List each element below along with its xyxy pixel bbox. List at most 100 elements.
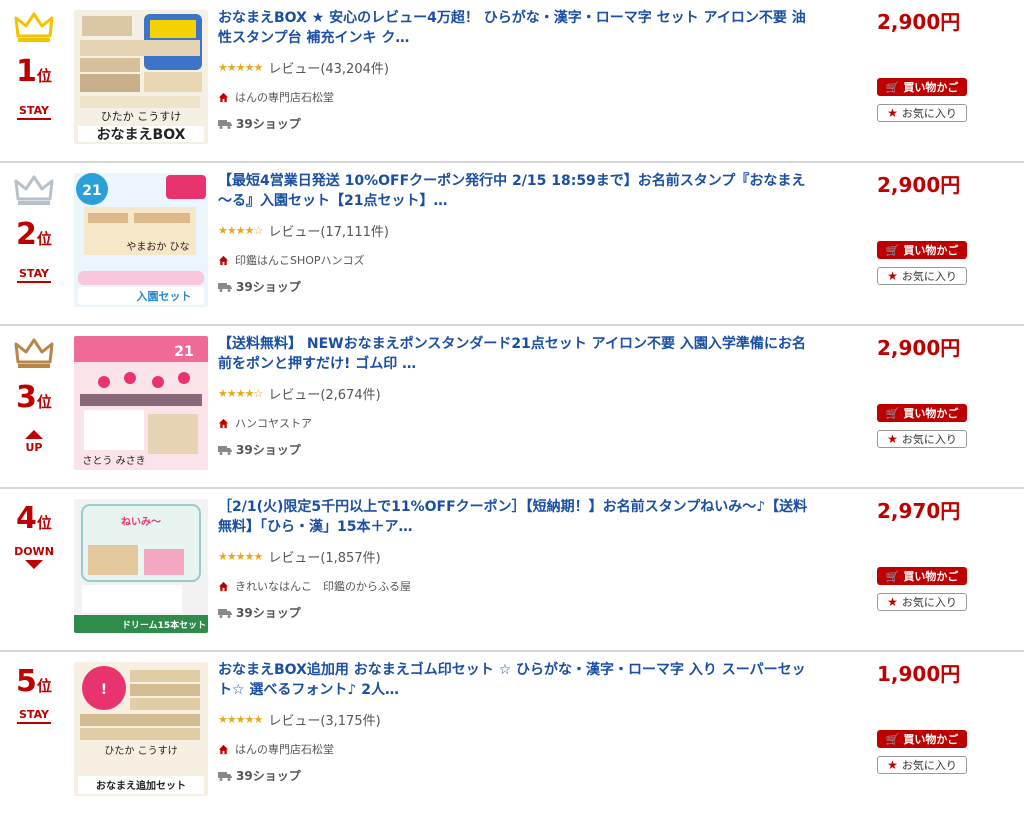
- review-count-link[interactable]: レビュー(3,175件): [268, 710, 380, 729]
- product-title-link[interactable]: 【送料無料】 NEWおなまえポンスタンダード21点セット アイロン不要 入園入学…: [218, 334, 816, 374]
- svg-text:さとう みさき: さとう みさき: [82, 455, 145, 467]
- shipping-label: 39ショップ: [236, 117, 301, 131]
- shipping-info: 39ショップ: [218, 115, 816, 132]
- rank-status-badge: STAY: [17, 267, 51, 283]
- shop-name: 印鑑はんこSHOPハンコズ: [235, 254, 365, 267]
- shipping-label: 39ショップ: [236, 606, 301, 620]
- star-icon: ★: [887, 269, 898, 283]
- truck-icon: [218, 608, 232, 618]
- product-thumbnail[interactable]: ねいみ～ ドリーム15本セット: [74, 499, 208, 633]
- rank-block: 3位 UP: [0, 326, 68, 487]
- svg-text:!: !: [101, 682, 107, 698]
- review-count-link[interactable]: レビュー(17,111件): [268, 221, 389, 240]
- rank-up-arrow-icon: [25, 430, 43, 439]
- shop-name: はんの専門店石松堂: [235, 91, 334, 104]
- rating: ★★★★☆ レビュー(2,674件): [218, 384, 816, 403]
- add-to-cart-button[interactable]: 🛒 買い物かご: [877, 404, 967, 422]
- star-rating-icon: ★★★★★: [218, 61, 263, 74]
- review-count-link[interactable]: レビュー(2,674件): [268, 384, 380, 403]
- shipping-info: 39ショップ: [218, 278, 816, 295]
- ranking-row: 5位 STAY ! ひたか こうすけ おなまえ追加セット おなまえBOX追加用 …: [0, 652, 1024, 815]
- shop-house-icon: [218, 92, 229, 102]
- star-rating-icon: ★★★★☆: [218, 387, 263, 400]
- shop-name: はんの専門店石松堂: [235, 743, 334, 756]
- add-to-favorites-button[interactable]: ★ お気に入り: [877, 267, 967, 285]
- svg-text:おなまえ追加セット: おなまえ追加セット: [96, 779, 186, 792]
- product-thumbnail[interactable]: ! ひたか こうすけ おなまえ追加セット: [74, 662, 208, 796]
- rank-block: 2位 STAY: [0, 163, 68, 324]
- svg-text:21: 21: [174, 344, 193, 360]
- rank-status-badge: DOWN: [0, 545, 68, 569]
- add-to-cart-button[interactable]: 🛒 買い物かご: [877, 730, 967, 748]
- rank-number: 3位: [16, 380, 52, 415]
- star-icon: ★: [887, 758, 898, 772]
- star-rating-icon: ★★★★★: [218, 550, 263, 563]
- add-to-cart-button[interactable]: 🛒 買い物かご: [877, 567, 967, 585]
- cart-icon: 🛒: [885, 406, 900, 420]
- review-count-link[interactable]: レビュー(43,204件): [268, 58, 389, 77]
- ranking-row: 3位 UP 21 さとう みさき 【送料無料】 NEWおなまえポンスタンダード2…: [0, 326, 1024, 489]
- shop-link[interactable]: 印鑑はんこSHOPハンコズ: [218, 252, 816, 268]
- rank-number: 4位: [16, 501, 52, 536]
- shop-link[interactable]: はんの専門店石松堂: [218, 741, 816, 757]
- shipping-info: 39ショップ: [218, 767, 816, 784]
- add-to-cart-button[interactable]: 🛒 買い物かご: [877, 78, 967, 96]
- price: 2,900円: [877, 173, 961, 197]
- svg-text:ひたか こうすけ: ひたか こうすけ: [104, 745, 177, 757]
- rating: ★★★★★ レビュー(43,204件): [218, 58, 816, 77]
- price: 2,900円: [877, 336, 961, 360]
- shipping-label: 39ショップ: [236, 280, 301, 294]
- star-rating-icon: ★★★★☆: [218, 224, 263, 237]
- product-thumbnail[interactable]: 21 やまおか ひな 入園セット: [74, 173, 208, 307]
- product-title-link[interactable]: ［2/1(火)限定5千円以上で11%OFFクーポン］【短納期！】お名前スタンプね…: [218, 497, 816, 537]
- add-to-favorites-button[interactable]: ★ お気に入り: [877, 104, 967, 122]
- star-icon: ★: [887, 595, 898, 609]
- crown-icon: [14, 175, 54, 205]
- rank-status-badge: STAY: [17, 708, 51, 724]
- ranking-row: 4位 DOWN ねいみ～ ドリーム15本セット ［2/1(火)限定5千円以上で1…: [0, 489, 1024, 652]
- truck-icon: [218, 771, 232, 781]
- star-rating-icon: ★★★★★: [218, 713, 263, 726]
- add-to-cart-button[interactable]: 🛒 買い物かご: [877, 241, 967, 259]
- rating: ★★★★☆ レビュー(17,111件): [218, 221, 816, 240]
- truck-icon: [218, 282, 232, 292]
- shipping-info: 39ショップ: [218, 604, 816, 621]
- shop-link[interactable]: きれいなはんこ 印鑑のからふる屋: [218, 578, 816, 594]
- shop-name: きれいなはんこ 印鑑のからふる屋: [235, 580, 411, 593]
- svg-text:ひたか こうすけ: ひたか こうすけ: [101, 110, 182, 123]
- product-thumbnail[interactable]: ひたか こうすけ おなまえBOX: [74, 10, 208, 144]
- cart-icon: 🛒: [885, 569, 900, 583]
- cart-icon: 🛒: [885, 80, 900, 94]
- rating: ★★★★★ レビュー(3,175件): [218, 710, 816, 729]
- shop-house-icon: [218, 255, 229, 265]
- rating: ★★★★★ レビュー(1,857件): [218, 547, 816, 566]
- add-to-favorites-button[interactable]: ★ お気に入り: [877, 593, 967, 611]
- shop-name: ハンコヤストア: [235, 417, 312, 430]
- shipping-info: 39ショップ: [218, 441, 816, 458]
- shop-link[interactable]: はんの専門店石松堂: [218, 89, 816, 105]
- svg-text:ねいみ～: ねいみ～: [121, 516, 161, 528]
- svg-text:入園セット: 入園セット: [137, 290, 192, 303]
- svg-text:ドリーム15本セット: ドリーム15本セット: [122, 619, 206, 631]
- product-title-link[interactable]: 【最短4営業日発送 10%OFFクーポン発行中 2/15 18:59まで】お名前…: [218, 171, 816, 211]
- cart-icon: 🛒: [885, 243, 900, 257]
- svg-text:やまおか ひな: やまおか ひな: [126, 241, 189, 253]
- shop-link[interactable]: ハンコヤストア: [218, 415, 816, 431]
- crown-icon: [14, 338, 54, 368]
- add-to-favorites-button[interactable]: ★ お気に入り: [877, 430, 967, 448]
- rank-number: 5位: [16, 664, 52, 699]
- add-to-favorites-button[interactable]: ★ お気に入り: [877, 756, 967, 774]
- shop-house-icon: [218, 418, 229, 428]
- truck-icon: [218, 119, 232, 129]
- product-title-link[interactable]: おなまえBOX ★ 安心のレビュー4万超！ ひらがな・漢字・ローマ字 セット ア…: [218, 8, 816, 48]
- shipping-label: 39ショップ: [236, 443, 301, 457]
- rank-status-badge: UP: [0, 430, 68, 454]
- review-count-link[interactable]: レビュー(1,857件): [268, 547, 380, 566]
- product-title-link[interactable]: おなまえBOX追加用 おなまえゴム印セット ☆ ひらがな・漢字・ローマ字 入り …: [218, 660, 816, 700]
- rank-block: 1位 STAY: [0, 0, 68, 161]
- rank-number: 2位: [16, 217, 52, 252]
- ranking-row: 1位 STAY ひたか こうすけ おなまえBOX おなまえBOX ★ 安心のレビ…: [0, 0, 1024, 163]
- crown-icon: [14, 12, 54, 42]
- star-icon: ★: [887, 432, 898, 446]
- product-thumbnail[interactable]: 21 さとう みさき: [74, 336, 208, 470]
